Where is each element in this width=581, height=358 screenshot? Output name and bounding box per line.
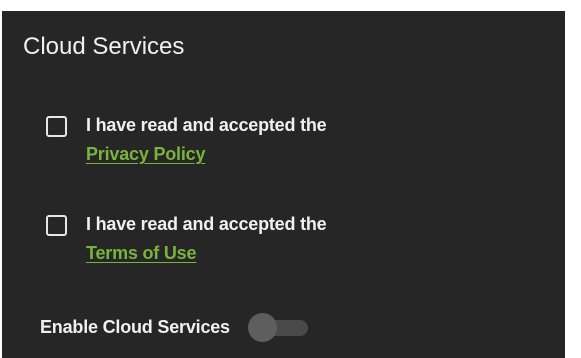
enable-cloud-services-label: Enable Cloud Services	[40, 317, 230, 337]
privacy-policy-consent-label: I have read and accepted the	[86, 115, 327, 135]
privacy-policy-link[interactable]: Privacy Policy	[86, 139, 327, 169]
terms-of-use-consent: I have read and accepted the Terms of Us…	[46, 210, 327, 268]
toggle-thumb	[247, 313, 277, 342]
terms-of-use-checkbox[interactable]	[46, 215, 67, 236]
cloud-services-panel: Cloud Services I have read and accepted …	[2, 11, 565, 358]
terms-of-use-consent-text: I have read and accepted the Terms of Us…	[86, 210, 327, 268]
terms-of-use-link[interactable]: Terms of Use	[86, 238, 327, 268]
privacy-policy-consent-text: I have read and accepted the Privacy Pol…	[86, 111, 327, 169]
enable-cloud-services-row: Enable Cloud Services	[40, 312, 310, 342]
privacy-policy-checkbox[interactable]	[46, 116, 67, 137]
panel-title: Cloud Services	[23, 33, 185, 60]
terms-of-use-consent-label: I have read and accepted the	[86, 214, 327, 234]
privacy-policy-consent: I have read and accepted the Privacy Pol…	[46, 111, 327, 169]
enable-cloud-services-toggle[interactable]	[247, 312, 310, 342]
